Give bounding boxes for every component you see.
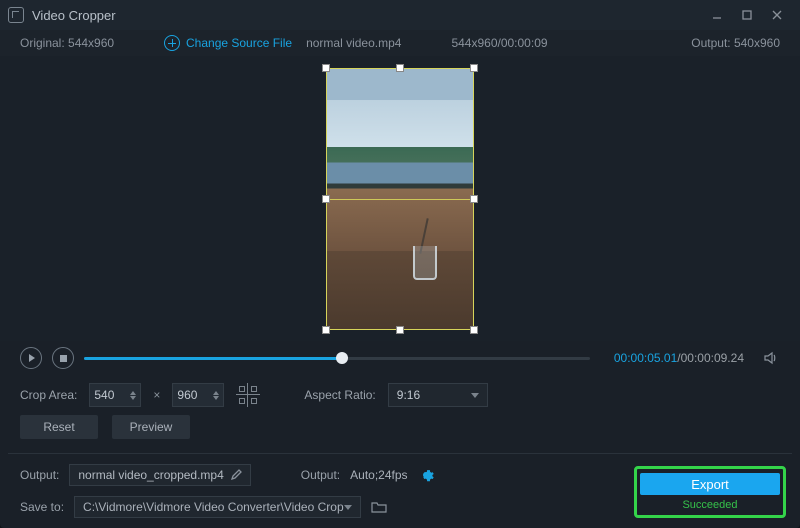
stop-button[interactable] (52, 347, 74, 369)
save-path-select[interactable]: C:\Vidmore\Vidmore Video Converter\Video… (74, 496, 361, 518)
spinner-icon[interactable] (213, 391, 219, 400)
settings-icon[interactable] (418, 467, 434, 483)
maximize-button[interactable] (732, 5, 762, 25)
output-filename-field[interactable]: normal video_cropped.mp4 (69, 464, 250, 486)
transport-bar: 00:00:05.01/00:00:09.24 (0, 341, 800, 375)
save-path: C:\Vidmore\Vidmore Video Converter\Video… (83, 500, 344, 514)
chevron-down-icon (344, 505, 352, 510)
edit-icon[interactable] (230, 469, 242, 481)
output-filename: normal video_cropped.mp4 (78, 468, 223, 482)
aspect-ratio-value: 9:16 (397, 388, 420, 402)
crop-settings-row: Crop Area: 540 × 960 Aspect Ratio: 9:16 (0, 375, 800, 415)
original-value: 544x960 (68, 36, 114, 50)
output-value: 540x960 (734, 36, 780, 50)
center-crop-icon[interactable] (236, 383, 260, 407)
close-button[interactable] (762, 5, 792, 25)
app-icon (8, 7, 24, 23)
crop-handle-top-right[interactable] (470, 64, 478, 72)
output-format-value: Auto;24fps (350, 468, 407, 482)
crop-area-label: Crop Area: (20, 388, 77, 402)
volume-icon[interactable] (762, 349, 780, 367)
current-time: 00:00:05.01 (614, 351, 677, 365)
export-highlight: Export Succeeded (634, 466, 786, 518)
aspect-ratio-select[interactable]: 9:16 (388, 383, 488, 407)
app-window: Video Cropper Original: 544x960 Change S… (0, 0, 800, 528)
change-source-button[interactable]: Change Source File (164, 35, 292, 51)
preview-button[interactable]: Preview (112, 415, 190, 439)
timecode: 00:00:05.01/00:00:09.24 (614, 351, 744, 365)
output-file-label: Output: (20, 468, 59, 482)
original-size: Original: 544x960 (20, 36, 150, 50)
export-button[interactable]: Export (640, 473, 780, 495)
seek-thumb[interactable] (336, 352, 348, 364)
total-time: 00:00:09.24 (681, 351, 744, 365)
crop-width-input[interactable]: 540 (89, 383, 141, 407)
seek-slider[interactable] (84, 357, 590, 360)
crop-handle-bottom-right[interactable] (470, 326, 478, 334)
output-panel: Output: normal video_cropped.mp4 Output:… (0, 460, 800, 528)
plus-icon (164, 35, 180, 51)
output-size: Output: 540x960 (650, 36, 780, 50)
crop-handle-bottom[interactable] (396, 326, 404, 334)
multiply-icon: × (153, 388, 160, 402)
spinner-icon[interactable] (130, 391, 136, 400)
info-bar: Original: 544x960 Change Source File nor… (0, 30, 800, 56)
preview-area[interactable] (0, 56, 800, 341)
crop-guide-line (327, 199, 473, 200)
source-filename: normal video.mp4 (306, 36, 401, 50)
crop-height-input[interactable]: 960 (172, 383, 224, 407)
chevron-down-icon (471, 393, 479, 398)
crop-height-value: 960 (177, 388, 197, 402)
seek-fill (84, 357, 342, 360)
output-label: Output: (691, 36, 730, 50)
crop-rectangle[interactable] (326, 68, 474, 330)
action-buttons-row: Reset Preview (0, 415, 800, 451)
original-label: Original: (20, 36, 65, 50)
crop-handle-top[interactable] (396, 64, 404, 72)
glass-graphic (409, 230, 443, 280)
change-source-label: Change Source File (186, 36, 292, 50)
crop-handle-bottom-left[interactable] (322, 326, 330, 334)
crop-handle-left[interactable] (322, 195, 330, 203)
save-to-label: Save to: (20, 500, 64, 514)
minimize-button[interactable] (702, 5, 732, 25)
title-bar: Video Cropper (0, 0, 800, 30)
reset-button[interactable]: Reset (20, 415, 98, 439)
crop-handle-top-left[interactable] (322, 64, 330, 72)
export-status: Succeeded (682, 499, 737, 511)
separator (8, 453, 792, 454)
crop-handle-right[interactable] (470, 195, 478, 203)
open-folder-icon[interactable] (371, 500, 387, 514)
output-format-label: Output: (301, 468, 340, 482)
play-button[interactable] (20, 347, 42, 369)
crop-width-value: 540 (94, 388, 114, 402)
window-title: Video Cropper (32, 8, 116, 23)
source-info: 544x960/00:00:09 (451, 36, 547, 50)
aspect-ratio-label: Aspect Ratio: (304, 388, 375, 402)
